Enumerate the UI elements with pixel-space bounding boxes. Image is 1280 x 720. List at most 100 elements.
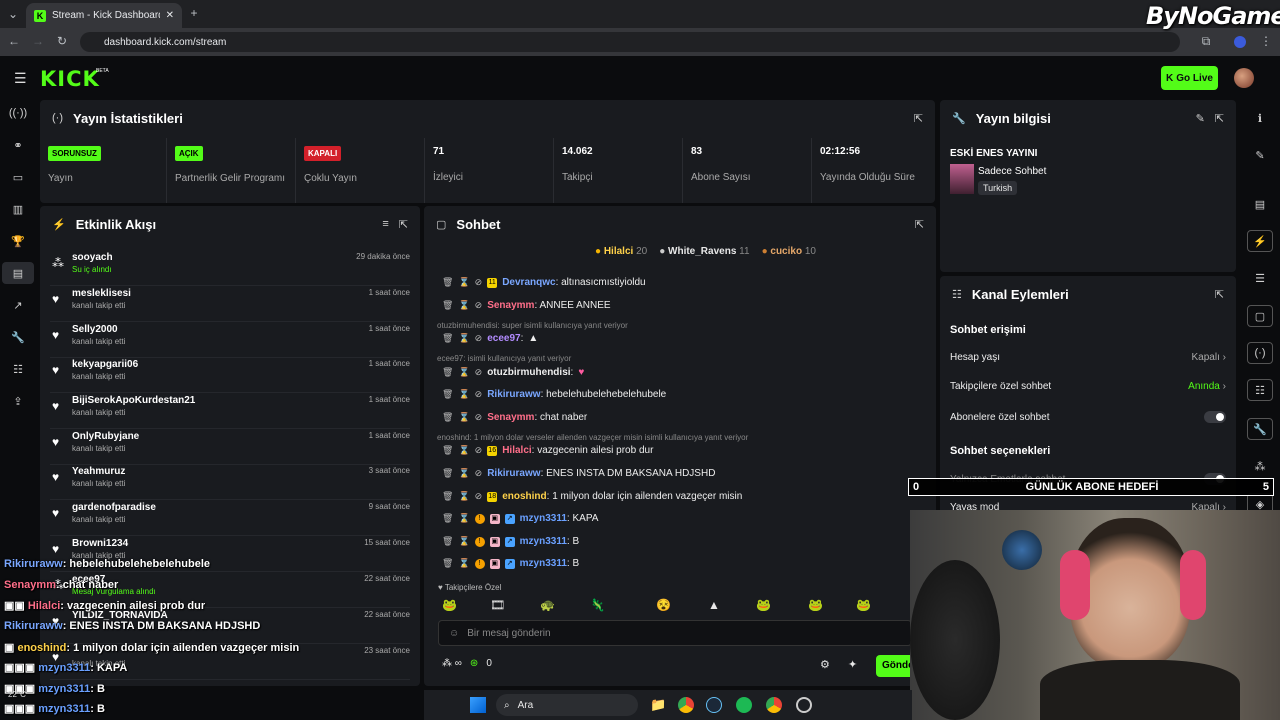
emote-icon[interactable]: 🐸 [808,598,823,612]
chat-message[interactable]: 🗑 ⌛ ⊘ Rikiruraww: hebelehubelehebelehubele [442,389,666,400]
chat-input[interactable]: ☺ Bir mesaj gönderin [438,620,912,646]
timeout-icon[interactable]: ⌛ [458,277,469,288]
close-tab-icon[interactable]: ✕ [166,10,174,21]
chat-message[interactable]: 🗑 ⌛ ⊘ 11 Devranqwc: altınasıcmıstiyioldu [442,277,646,288]
analytics-icon[interactable]: ↗ [2,294,34,316]
hamburger-menu-icon[interactable]: ☰ [14,70,27,87]
obs-icon[interactable] [796,697,812,713]
layout-icon[interactable]: ▤ [1244,193,1276,215]
tools-icon[interactable]: 🔧 [1247,418,1273,440]
settings-gear-icon[interactable]: ⚙ [820,658,830,671]
user-avatar[interactable] [1234,68,1254,88]
ban-icon[interactable]: ⊘ [475,300,483,311]
ban-icon[interactable]: ⊘ [475,333,483,344]
emote-icon[interactable]: 🦎 [590,598,605,612]
timeout-icon[interactable]: ⌛ [458,389,469,400]
chat-username[interactable]: Hilalci [502,445,531,456]
delete-icon[interactable]: 🗑 [442,300,453,311]
points-icon[interactable]: ⁂ ∞ [442,658,462,669]
go-live-button[interactable]: K Go Live [1161,66,1218,90]
chat-username[interactable]: Senaymm [487,300,534,311]
timeout-icon[interactable]: ⌛ [458,367,469,378]
chat-username[interactable]: Devranqwc [502,277,555,288]
trophy-icon[interactable]: 🏆 [2,230,34,252]
share-icon[interactable]: ⁂ [1244,455,1276,477]
subscribers-only-row[interactable]: Abonelere özel sohbet [950,411,1226,423]
ban-icon[interactable]: ⊘ [475,277,483,288]
filter-icon[interactable]: ≡ [382,218,388,230]
delete-icon[interactable]: 🗑 [442,367,453,378]
chat-icon[interactable]: ▢ [1247,305,1273,327]
browser-tab[interactable]: K Stream - Kick Dashboard ✕ [26,3,182,28]
popout-icon[interactable]: ⇱ [915,218,924,231]
delete-icon[interactable]: 🗑 [442,333,453,344]
ban-icon[interactable]: ⊘ [475,412,483,423]
chat-message[interactable]: 🗑 ⌛ ⊘ 18 enoshind: 1 milyon dolar için ailen… [442,491,742,502]
gifter[interactable]: ● White_Ravens 11 [659,246,749,257]
ban-icon[interactable]: ⊘ [475,468,483,479]
emoji-icon[interactable]: ☺ [449,628,459,639]
reload-icon[interactable]: ↻ [54,34,70,48]
ban-icon[interactable]: ⊘ [475,389,483,400]
new-tab-icon[interactable]: + [186,6,202,20]
upload-icon[interactable]: ⇪ [2,390,34,412]
delete-icon[interactable]: 🗑 [442,412,453,423]
chat-username[interactable]: Rikiruraww [487,389,540,400]
spotify-icon[interactable] [736,697,752,713]
emote-icon[interactable]: 🐸 [442,598,457,612]
timeout-icon[interactable]: ⌛ [458,513,469,524]
timeout-icon[interactable]: ⌛ [458,491,469,502]
timeout-icon[interactable]: ⌛ [458,333,469,344]
url-field[interactable]: dashboard.kick.com/stream [80,32,1180,52]
chat-message[interactable]: 🗑 ⌛ ⊘ Senaymm: chat naber [442,412,587,423]
info-icon[interactable]: ℹ [1244,107,1276,129]
chat-message[interactable]: 🗑 ⌛ ⊘ 16 Hilalci: vazgecenin ailesi prob dur [442,445,653,456]
gifter[interactable]: ● Hilalci 20 [595,246,647,257]
emote-icon[interactable]: 🐢 [540,598,555,612]
timeout-icon[interactable]: ⌛ [458,468,469,479]
broadcast-icon[interactable]: ((·)) [2,102,34,124]
chat-message[interactable]: 🗑 ⌛ ⊘ ecee97: ▲ [442,333,538,344]
mod-tools-icon[interactable]: ✦ [848,658,857,671]
browser-menu-icon[interactable]: ⋮ [1258,34,1274,48]
ban-icon[interactable]: ⊘ [475,445,483,456]
timeout-icon[interactable]: ⌛ [458,536,469,547]
file-explorer-icon[interactable]: 📁 [650,697,666,713]
steam-icon[interactable] [706,697,722,713]
profile-icon[interactable] [1234,36,1246,48]
ban-icon[interactable]: ⊘ [475,367,483,378]
gifter[interactable]: ● cuciko 10 [762,246,816,257]
chat-username[interactable]: Senaymm [487,412,534,423]
delete-icon[interactable]: 🗑 [442,513,453,524]
chat-message[interactable]: 🗑 ⌛! ▣ ↗ mzyn3311: KAPA [442,513,598,524]
tab-list-icon[interactable]: ⌄ [5,7,21,21]
emote-icon[interactable]: 🐸 [856,598,871,612]
chrome-active-icon[interactable] [766,697,782,713]
popout-icon[interactable]: ⇱ [1215,288,1224,301]
popout-icon[interactable]: ⇱ [1215,112,1224,125]
chat-username[interactable]: mzyn3311 [520,558,567,569]
chat-message[interactable]: 🗑 ⌛! ▣ ↗ mzyn3311: B [442,558,579,569]
chat-message[interactable]: 🗑 ⌛ ⊘ Senaymm: ANNEE ANNEE [442,300,611,311]
chat-message[interactable]: 🗑 ⌛ ⊘ Rikiruraww: ENES INSTA DM BAKSANA HDJ… [442,468,715,479]
timeout-icon[interactable]: ⌛ [458,412,469,423]
wrench-icon[interactable]: 🔧 [2,326,34,348]
chat-message[interactable]: 🗑 ⌛ ⊘ otuzbirmuhendisi: ♥ [442,367,584,378]
channel-icon[interactable]: ☷ [1247,379,1273,401]
chat-message[interactable]: 🗑 ⌛! ▣ ↗ mzyn3311: B [442,536,579,547]
chat-username[interactable]: otuzbirmuhendisi [487,367,570,378]
subscribers-only-toggle[interactable] [1204,411,1226,423]
popout-icon[interactable]: ⇱ [399,218,408,231]
popout-icon[interactable]: ⇱ [914,112,923,125]
dashboard-icon[interactable]: ▤ [2,262,34,284]
account-age-row[interactable]: Hesap yaşı Kapalı › [950,352,1226,363]
chat-username[interactable]: Rikiruraww [487,468,540,479]
extensions-icon[interactable]: ⧉ [1198,34,1214,49]
back-icon[interactable]: ← [6,34,22,48]
timeout-icon[interactable]: ⌛ [458,558,469,569]
window-icon[interactable]: ▭ [2,166,34,188]
chat-username[interactable]: enoshind [502,491,546,502]
edit-icon[interactable]: ✎ [1196,112,1205,125]
bolt-icon[interactable]: ⚡ [1247,230,1273,252]
kick-logo[interactable]: KICK [40,67,100,91]
